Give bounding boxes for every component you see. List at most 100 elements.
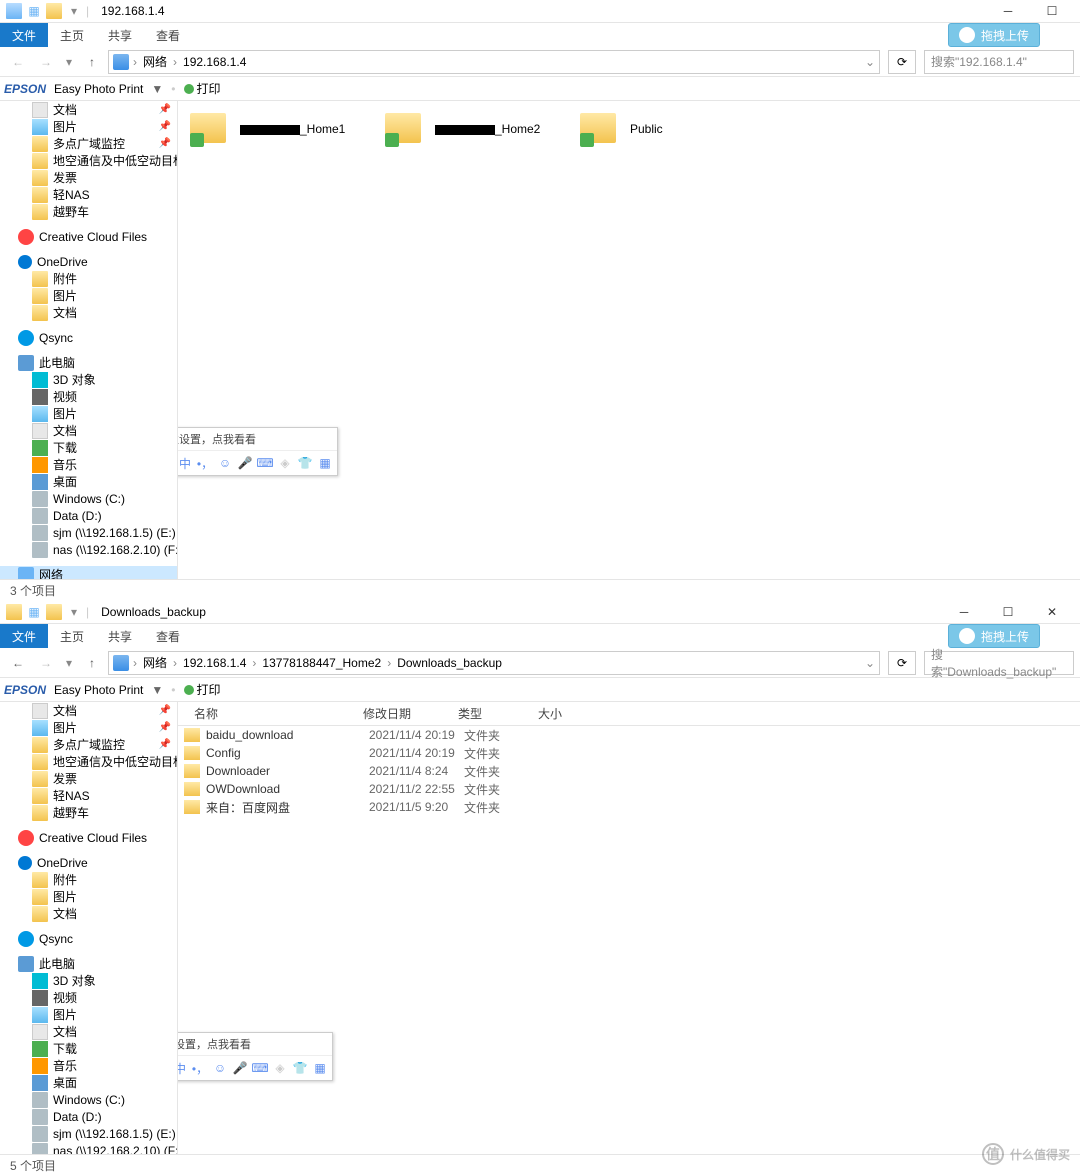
close-button[interactable]: ✕: [1030, 601, 1074, 624]
ime-tool-icon[interactable]: 👕: [293, 1061, 307, 1075]
ime-emoji-icon[interactable]: ☺: [213, 1061, 227, 1075]
ime-tip[interactable]: 个性设置，点我看看: [178, 1033, 332, 1055]
chevron-right-icon[interactable]: ›: [250, 656, 258, 670]
tree-item[interactable]: nas (\\192.168.2.10) (F:): [0, 1142, 177, 1154]
file-row[interactable]: baidu_download2021/11/4 20:19文件夹: [178, 726, 1080, 744]
chevron-right-icon[interactable]: ›: [171, 656, 179, 670]
ime-skin-icon[interactable]: ◈: [273, 1061, 287, 1075]
nav-pane[interactable]: 文档📌图片📌多点广域监控📌地空通信及中低空动目标监控发票轻NAS越野车Creat…: [0, 702, 178, 1154]
addr-dropdown-icon[interactable]: ⌄: [865, 55, 875, 69]
tree-item[interactable]: 3D 对象: [0, 371, 177, 388]
tree-item[interactable]: 文档: [0, 1023, 177, 1040]
qat-dropdown-icon[interactable]: ▾: [66, 604, 82, 620]
tree-item[interactable]: Data (D:): [0, 507, 177, 524]
titlebar[interactable]: ▦ ▾ | 192.168.1.4 ─ ☐: [0, 0, 1080, 23]
tree-item[interactable]: 地空通信及中低空动目标监控: [0, 152, 177, 169]
search-input[interactable]: 搜索"Downloads_backup": [924, 651, 1074, 675]
dropdown-icon[interactable]: ▼: [151, 82, 163, 96]
ime-menu-icon[interactable]: ▦: [318, 456, 332, 470]
tree-onedrive[interactable]: OneDrive: [0, 253, 177, 270]
col-name[interactable]: 名称: [178, 705, 363, 722]
content-pane[interactable]: 名称 修改日期 类型 大小 baidu_download2021/11/4 20…: [178, 702, 1080, 1154]
ime-emoji-icon[interactable]: ☺: [218, 456, 232, 470]
dropdown-icon[interactable]: ▼: [151, 683, 163, 697]
back-button[interactable]: ←: [6, 651, 30, 675]
qat-newfolder-icon[interactable]: [46, 604, 62, 620]
tab-share[interactable]: 共享: [96, 23, 144, 47]
tree-cc[interactable]: Creative Cloud Files: [0, 829, 177, 846]
tree-item[interactable]: 文档: [0, 422, 177, 439]
tab-home[interactable]: 主页: [48, 624, 96, 648]
address-bar[interactable]: › 网络 › 192.168.1.4 ⌄: [108, 50, 880, 74]
upload-button[interactable]: 拖拽上传: [948, 624, 1040, 648]
tree-item[interactable]: 视频: [0, 388, 177, 405]
crumb-3[interactable]: Downloads_backup: [395, 656, 504, 670]
chevron-right-icon[interactable]: ›: [131, 656, 139, 670]
epson-epp-label[interactable]: Easy Photo Print: [54, 683, 143, 697]
ime-popup[interactable]: 个性设置，点我看看 S 中 •， ☺ 🎤 ⌨ ◈ 👕 ▦: [178, 1032, 333, 1081]
col-date[interactable]: 修改日期: [363, 705, 458, 722]
refresh-button[interactable]: ⟳: [888, 50, 916, 74]
addr-dropdown-icon[interactable]: ⌄: [865, 656, 875, 670]
qat-properties-icon[interactable]: ▦: [26, 3, 42, 19]
file-row[interactable]: OWDownload2021/11/2 22:55文件夹: [178, 780, 1080, 798]
qat-newfolder-icon[interactable]: [46, 3, 62, 19]
up-button[interactable]: ↑: [80, 50, 104, 74]
folder-tile[interactable]: _Home2: [385, 111, 550, 147]
crumb-2[interactable]: 13778188447_Home2: [260, 656, 383, 670]
tree-item[interactable]: 桌面: [0, 1074, 177, 1091]
tree-item[interactable]: 发票: [0, 169, 177, 186]
tree-item[interactable]: sjm (\\192.168.1.5) (E:): [0, 524, 177, 541]
col-type[interactable]: 类型: [458, 705, 538, 722]
tree-thispc[interactable]: 此电脑: [0, 955, 177, 972]
tree-item[interactable]: nas (\\192.168.2.10) (F:): [0, 541, 177, 558]
qat-dropdown-icon[interactable]: ▾: [66, 3, 82, 19]
upload-button[interactable]: 拖拽上传: [948, 23, 1040, 47]
ime-lang[interactable]: 中: [178, 1061, 187, 1075]
maximize-button[interactable]: ☐: [986, 601, 1030, 624]
tab-view[interactable]: 查看: [144, 624, 192, 648]
column-headers[interactable]: 名称 修改日期 类型 大小: [178, 702, 1080, 726]
tree-item[interactable]: 轻NAS: [0, 787, 177, 804]
tree-item[interactable]: 轻NAS: [0, 186, 177, 203]
tab-home[interactable]: 主页: [48, 23, 96, 47]
ime-menu-icon[interactable]: ▦: [313, 1061, 327, 1075]
chevron-right-icon[interactable]: ›: [131, 55, 139, 69]
tree-item[interactable]: 图片: [0, 405, 177, 422]
crumb-host[interactable]: 192.168.1.4: [181, 55, 248, 69]
search-input[interactable]: 搜索"192.168.1.4": [924, 50, 1074, 74]
folder-tile[interactable]: _Home1: [190, 111, 355, 147]
up-button[interactable]: ↑: [80, 651, 104, 675]
tree-item[interactable]: 文档📌: [0, 101, 177, 118]
tab-file[interactable]: 文件: [0, 624, 48, 648]
tree-item[interactable]: 地空通信及中低空动目标监控: [0, 753, 177, 770]
tree-qsync[interactable]: Qsync: [0, 930, 177, 947]
ime-popup[interactable]: 个性设置，点我看看 S 中 •， ☺ 🎤 ⌨ ◈ 👕 ▦: [178, 427, 338, 476]
tab-view[interactable]: 查看: [144, 23, 192, 47]
file-row[interactable]: Config2021/11/4 20:19文件夹: [178, 744, 1080, 762]
content-pane[interactable]: _Home1_Home2Public 个性设置，点我看看 S 中 •， ☺ 🎤 …: [178, 101, 1080, 579]
tab-share[interactable]: 共享: [96, 624, 144, 648]
tree-item[interactable]: 附件: [0, 871, 177, 888]
tab-file[interactable]: 文件: [0, 23, 48, 47]
address-bar[interactable]: › 网络 › 192.168.1.4 › 13778188447_Home2 ›…: [108, 651, 880, 675]
titlebar[interactable]: ▦ ▾ | Downloads_backup ─ ☐ ✕: [0, 601, 1080, 624]
chevron-right-icon[interactable]: ›: [385, 656, 393, 670]
tree-item[interactable]: 音乐: [0, 456, 177, 473]
tree-item[interactable]: 3D 对象: [0, 972, 177, 989]
back-button[interactable]: ←: [6, 50, 30, 74]
ime-kbd-icon[interactable]: ⌨: [258, 456, 272, 470]
tree-item[interactable]: 桌面: [0, 473, 177, 490]
ime-lang[interactable]: 中: [178, 456, 192, 470]
tree-item[interactable]: 附件: [0, 270, 177, 287]
tree-item[interactable]: 图片: [0, 1006, 177, 1023]
tree-item[interactable]: 多点广域监控📌: [0, 135, 177, 152]
tree-item[interactable]: 图片📌: [0, 118, 177, 135]
tree-qsync[interactable]: Qsync: [0, 329, 177, 346]
nav-pane[interactable]: 文档📌图片📌多点广域监控📌地空通信及中低空动目标监控发票轻NAS越野车Creat…: [0, 101, 178, 579]
ime-mic-icon[interactable]: 🎤: [233, 1061, 247, 1075]
tree-onedrive[interactable]: OneDrive: [0, 854, 177, 871]
file-row[interactable]: Downloader2021/11/4 8:24文件夹: [178, 762, 1080, 780]
tree-item[interactable]: Data (D:): [0, 1108, 177, 1125]
tree-cc[interactable]: Creative Cloud Files: [0, 228, 177, 245]
